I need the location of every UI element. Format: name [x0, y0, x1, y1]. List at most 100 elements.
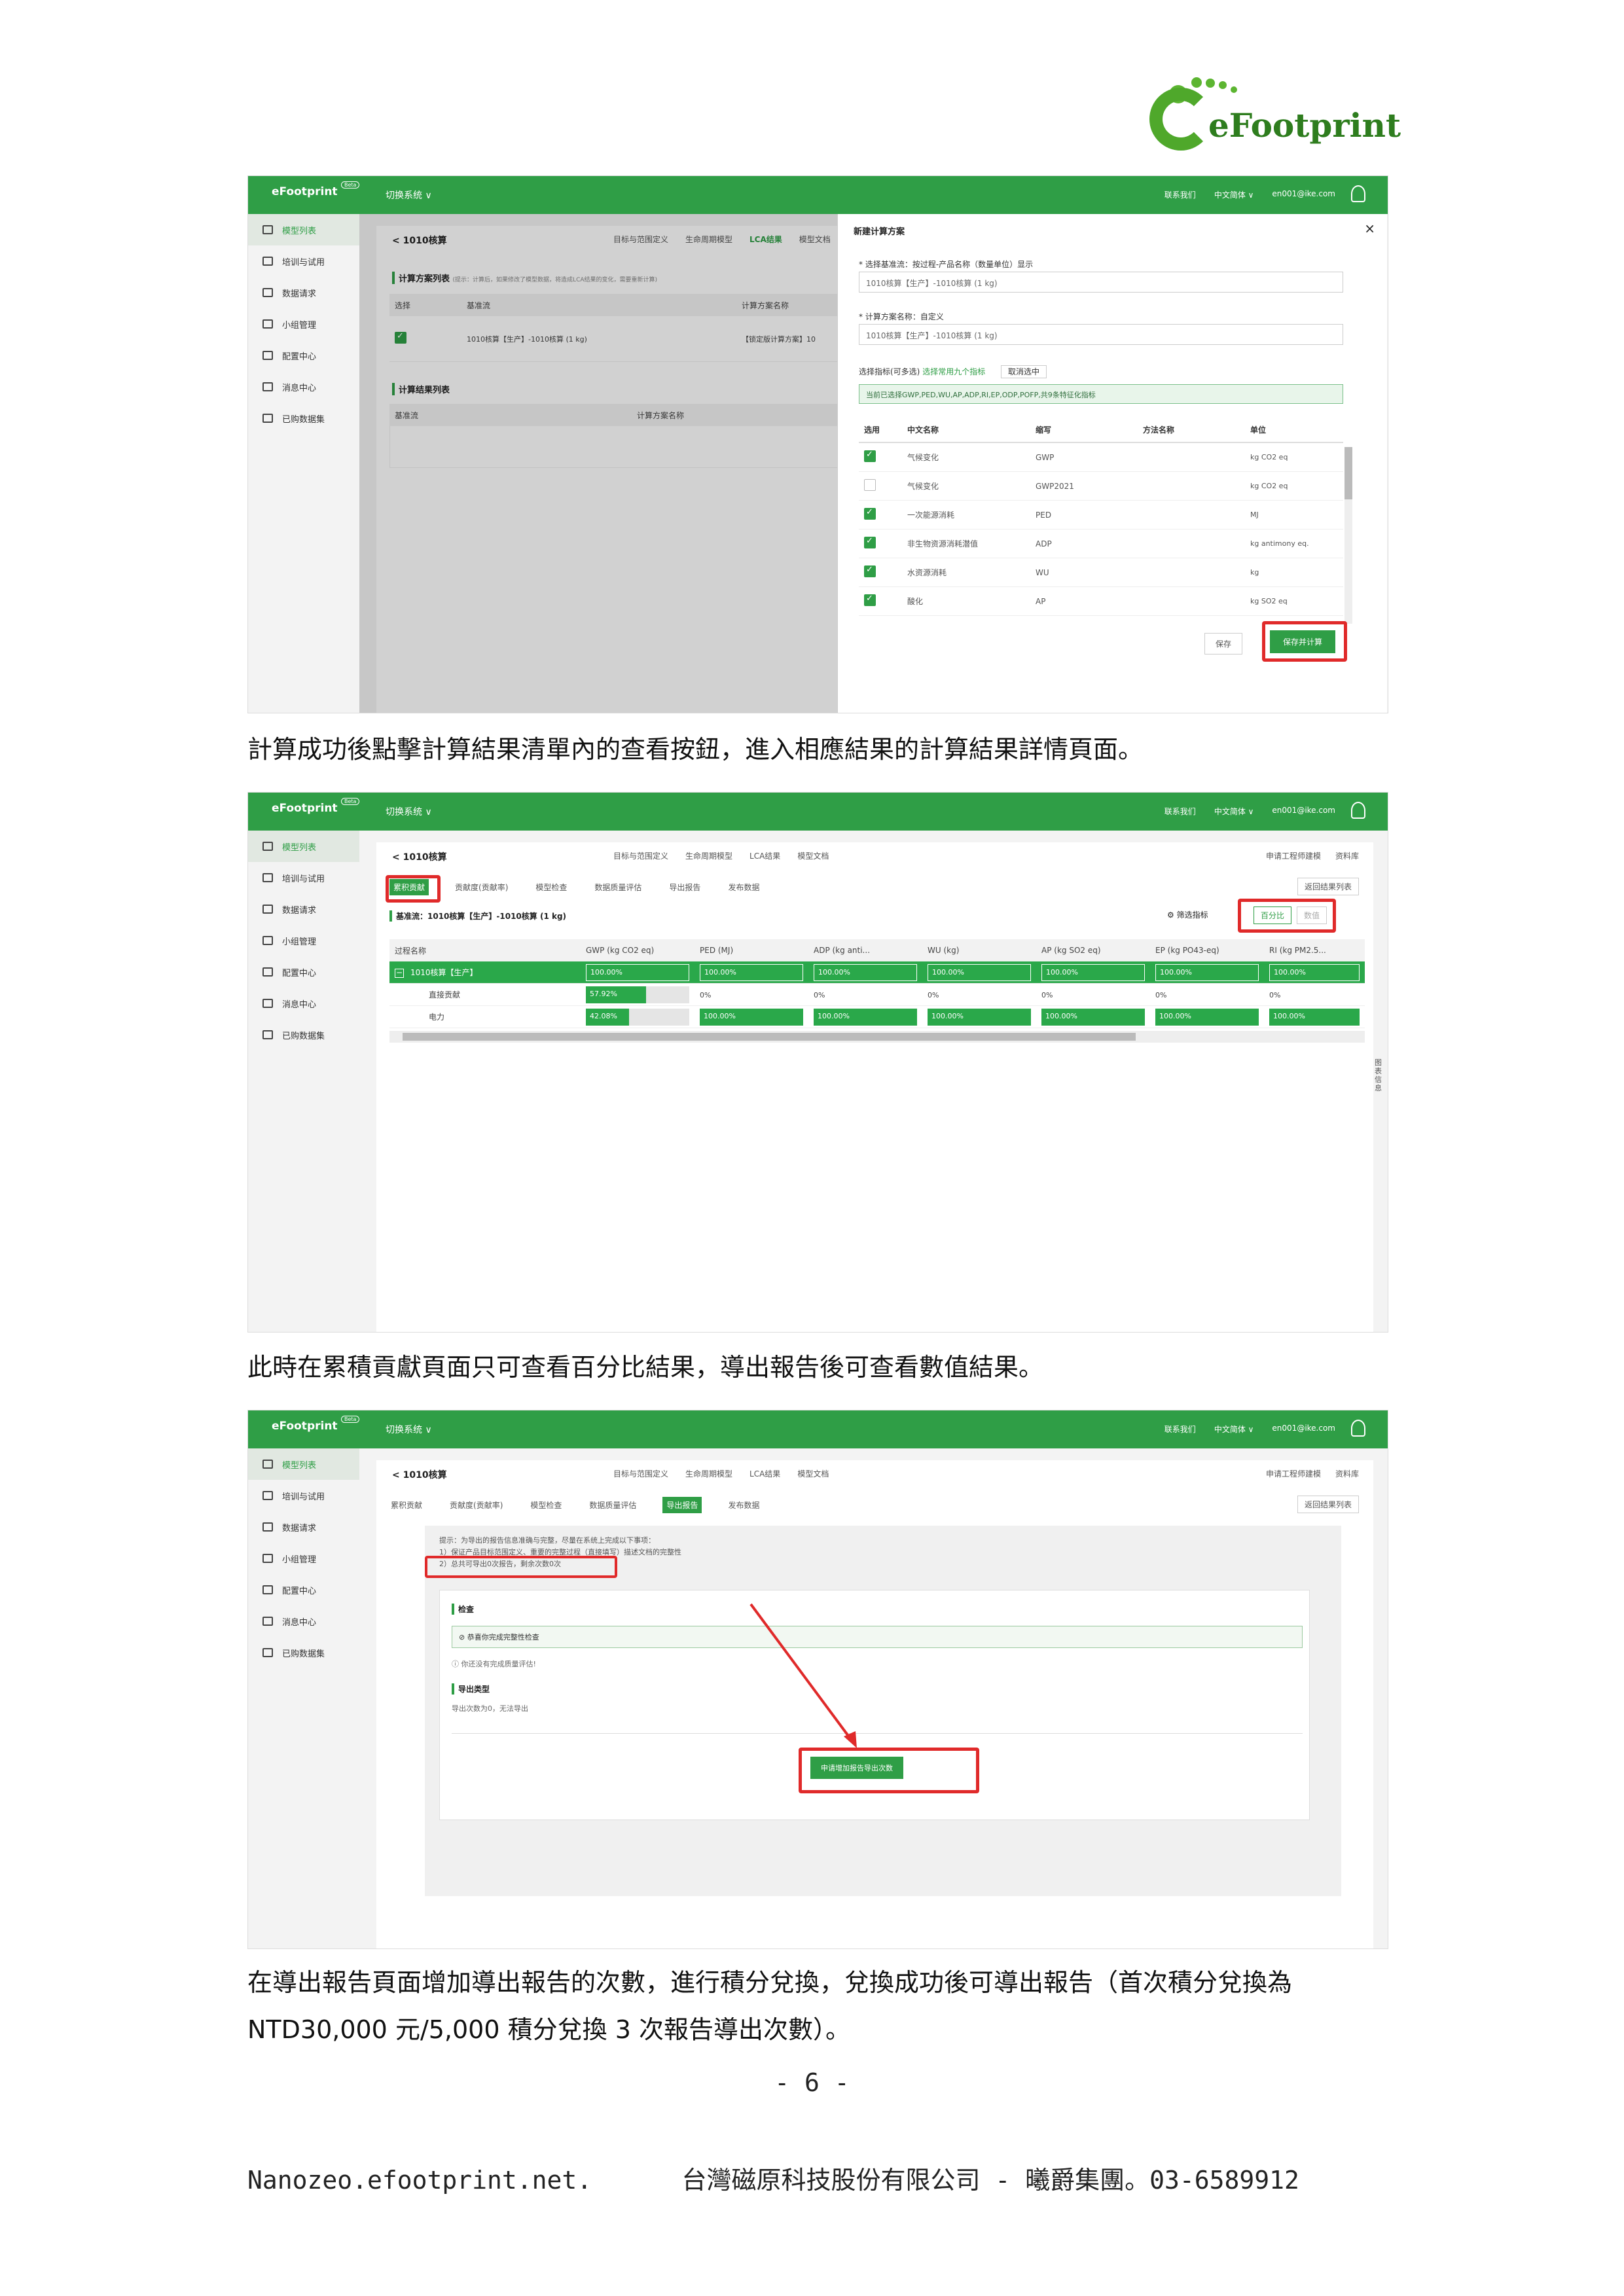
contact-link[interactable]: 联系我们 — [1164, 1424, 1196, 1435]
tab-lifecycle-model[interactable]: 生命周期模型 — [685, 1468, 732, 1479]
contact-link[interactable]: 联系我们 — [1164, 806, 1196, 817]
account-email[interactable]: en001@ike.com — [1272, 806, 1335, 817]
apply-engineer-link[interactable]: 申请工程师建模 — [1266, 850, 1321, 861]
process-name[interactable]: 直接贡献 — [389, 989, 581, 1000]
library-link[interactable]: 资料库 — [1335, 850, 1359, 861]
sidebar-item-messages[interactable]: 消息中心 — [248, 1605, 359, 1637]
breadcrumb[interactable]: < 1010核算 — [392, 1468, 447, 1481]
subtab-publish[interactable]: 发布数据 — [727, 1497, 761, 1513]
language-menu[interactable]: 中文简体 ∨ — [1214, 1424, 1254, 1435]
close-icon[interactable]: × — [1364, 221, 1375, 236]
sidebar: 模型列表 培训与试用 数据请求 小组管理 配置中心 消息中心 已购数据集 — [248, 1448, 359, 1948]
save-button[interactable]: 保存 — [1204, 633, 1243, 655]
sidebar-item-config[interactable]: 配置中心 — [248, 1574, 359, 1605]
subtab-contribution[interactable]: 贡献度(贡献率) — [454, 879, 509, 895]
sidebar-item-training[interactable]: 培训与试用 — [248, 1480, 359, 1511]
language-menu[interactable]: 中文简体 ∨ — [1214, 189, 1254, 200]
subtab-contribution[interactable]: 贡献度(贡献率) — [448, 1497, 504, 1513]
tab-lca-result[interactable]: LCA结果 — [749, 1468, 780, 1479]
subtab-data-quality[interactable]: 数据质量评估 — [588, 1497, 638, 1513]
chart-info-tab[interactable]: 图表信息 — [1375, 1058, 1385, 1092]
filter-indicators-button[interactable]: ⚙ 筛选指标 — [1167, 909, 1208, 920]
select-common-link[interactable]: 选择常用九个指标 — [922, 367, 985, 376]
brand-label[interactable]: eFootprint — [272, 185, 338, 198]
sidebar-item-groups[interactable]: 小组管理 — [248, 1543, 359, 1574]
account-email[interactable]: en001@ike.com — [1272, 189, 1335, 200]
subtab-data-quality[interactable]: 数据质量评估 — [593, 879, 643, 895]
sidebar-item-data-requests[interactable]: 数据请求 — [248, 1511, 359, 1543]
language-menu[interactable]: 中文简体 ∨ — [1214, 806, 1254, 817]
c-swoosh-icon — [1149, 88, 1212, 151]
subtab-export-report[interactable]: 导出报告 — [662, 1497, 702, 1513]
indicator-checkbox[interactable] — [864, 565, 876, 577]
indicator-checkbox[interactable] — [864, 508, 876, 520]
brand-label[interactable]: eFootprint — [272, 802, 338, 815]
cancel-select-button[interactable]: 取消选中 — [1001, 365, 1047, 378]
sidebar-item-messages[interactable]: 消息中心 — [248, 371, 359, 403]
sidebar-item-training[interactable]: 培训与试用 — [248, 245, 359, 277]
list-icon — [262, 1522, 273, 1532]
sidebar-item-data-requests[interactable]: 数据请求 — [248, 893, 359, 925]
switch-system-menu[interactable]: 切换系统 ∨ — [386, 1423, 432, 1436]
sidebar-item-config[interactable]: 配置中心 — [248, 340, 359, 371]
sidebar-item-data-requests[interactable]: 数据请求 — [248, 277, 359, 308]
selected-indicators-hint: 当前已选择GWP,PED,WU,AP,ADP,RI,EP,ODP,POFP,共9… — [859, 384, 1343, 404]
sidebar-item-datasets[interactable]: 已购数据集 — [248, 403, 359, 434]
switch-system-menu[interactable]: 切换系统 ∨ — [386, 805, 432, 818]
switch-system-menu[interactable]: 切换系统 ∨ — [386, 188, 432, 202]
library-link[interactable]: 资料库 — [1335, 1468, 1359, 1479]
breadcrumb[interactable]: < 1010核算 — [392, 850, 447, 863]
tab-lca-result[interactable]: LCA结果 — [749, 850, 780, 861]
indicator-checkbox[interactable] — [864, 594, 876, 606]
sidebar-item-groups[interactable]: 小组管理 — [248, 308, 359, 340]
tab-model-doc[interactable]: 模型文档 — [797, 1468, 829, 1479]
brand-label[interactable]: eFootprint — [272, 1420, 338, 1433]
sidebar-item-datasets[interactable]: 已购数据集 — [248, 1019, 359, 1050]
scrollbar[interactable] — [1344, 447, 1352, 624]
indicator-checkbox[interactable] — [864, 537, 876, 548]
main-panel: < 1010核算 目标与范围定义 生命周期模型 LCA结果 模型文档 申请工程师… — [376, 1460, 1373, 1948]
sidebar-item-config[interactable]: 配置中心 — [248, 956, 359, 988]
process-name[interactable]: 电力 — [389, 1011, 581, 1022]
indicator-checkbox[interactable] — [864, 479, 876, 491]
subtab-model-check[interactable]: 模型检查 — [529, 1497, 563, 1513]
back-to-results-button[interactable]: 返回结果列表 — [1297, 878, 1359, 895]
back-to-results-button[interactable]: 返回结果列表 — [1297, 1496, 1359, 1513]
column-header: PED (MJ) — [700, 946, 734, 955]
subtab-cumulative[interactable]: 累积贡献 — [389, 1497, 424, 1513]
contribution-bar: 100.00% — [928, 963, 1031, 981]
tab-lifecycle-model[interactable]: 生命周期模型 — [685, 850, 732, 861]
contact-link[interactable]: 联系我们 — [1164, 189, 1196, 200]
sidebar-item-groups[interactable]: 小组管理 — [248, 925, 359, 956]
plan-name-input[interactable]: 1010核算【生产】-1010核算 (1 kg) — [859, 324, 1343, 345]
tab-model-doc[interactable]: 模型文档 — [797, 850, 829, 861]
subtab-publish[interactable]: 发布数据 — [727, 879, 761, 895]
sidebar-item-training[interactable]: 培训与试用 — [248, 862, 359, 893]
base-flow-label: * 选择基准流：按过程-产品名称（数量单位）显示 — [859, 260, 1034, 269]
user-icon[interactable] — [1351, 802, 1365, 819]
h-scrollbar[interactable] — [389, 1031, 1365, 1043]
sidebar-item-models[interactable]: 模型列表 — [248, 831, 359, 862]
base-flow-select[interactable]: 1010核算【生产】-1010核算 (1 kg) — [859, 272, 1343, 293]
user-icon[interactable] — [1351, 185, 1365, 202]
apply-engineer-link[interactable]: 申请工程师建模 — [1266, 1468, 1321, 1479]
tab-goal-scope[interactable]: 目标与范围定义 — [613, 850, 668, 861]
sidebar-item-messages[interactable]: 消息中心 — [248, 988, 359, 1019]
subtab-export-report[interactable]: 导出报告 — [668, 879, 702, 895]
tab-goal-scope[interactable]: 目标与范围定义 — [613, 1468, 668, 1479]
subtab-model-check[interactable]: 模型检查 — [534, 879, 568, 895]
collapse-icon[interactable]: − — [395, 969, 404, 978]
indicator-abbr: GWP2021 — [1036, 481, 1074, 491]
sidebar-item-models[interactable]: 模型列表 — [248, 1448, 359, 1480]
top-bar: eFootprint Beta 切换系统 ∨ 联系我们 中文简体 ∨ en001… — [248, 176, 1388, 214]
account-email[interactable]: en001@ike.com — [1272, 1424, 1335, 1435]
contribution-value: 0% — [700, 990, 712, 999]
sidebar-item-datasets[interactable]: 已购数据集 — [248, 1637, 359, 1668]
user-icon[interactable] — [1351, 1420, 1365, 1437]
dataset-icon — [262, 414, 273, 423]
sidebar-item-models[interactable]: 模型列表 — [248, 214, 359, 245]
column-header: WU (kg) — [928, 946, 960, 955]
process-name[interactable]: −1010核算【生产】 — [389, 967, 581, 978]
indicator-checkbox[interactable] — [864, 450, 876, 462]
page-number: - 6 - — [774, 2068, 850, 2097]
